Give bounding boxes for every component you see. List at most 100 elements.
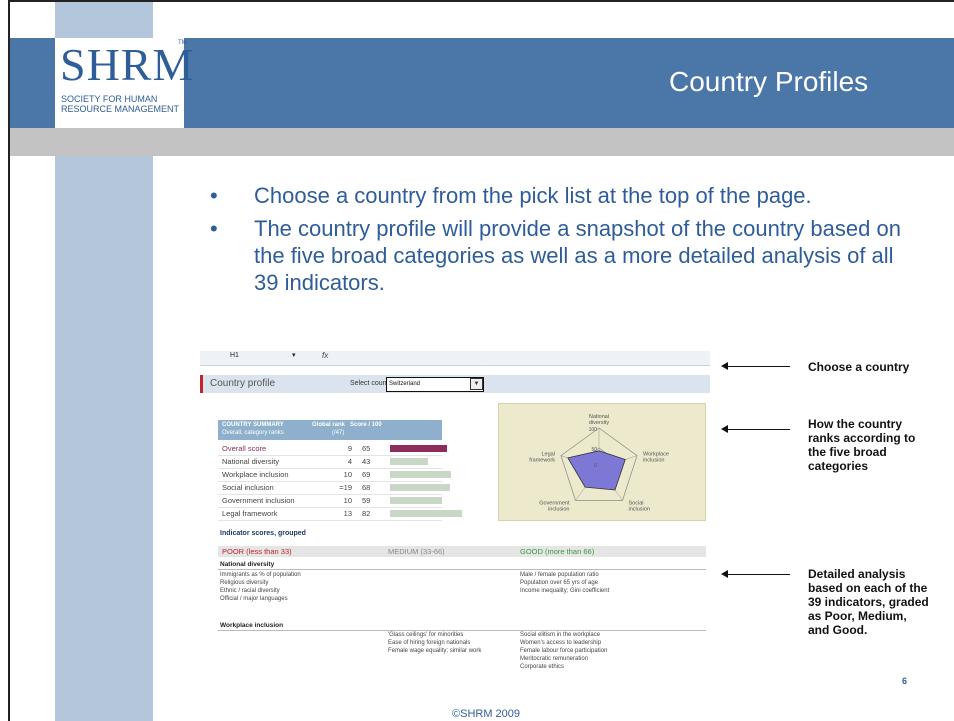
logo-wordmark: SHRM bbox=[60, 39, 195, 90]
row-label: Legal framework bbox=[222, 509, 278, 518]
summary-row: Government inclusion 10 59 bbox=[218, 494, 442, 508]
summary-row: Workplace inclusion 10 69 bbox=[218, 468, 451, 482]
score-bar bbox=[390, 484, 450, 491]
slide: SHRM TM SOCIETY FOR HUMAN RESOURCE MANAG… bbox=[0, 0, 954, 721]
radar-chart: 100 50 0 National diversity Workplace inclusio… bbox=[498, 403, 706, 521]
indicator-list-good: Male / female population ratio Populatio… bbox=[520, 571, 609, 595]
left-border-line bbox=[8, 0, 10, 721]
row-label: Workplace inclusion bbox=[222, 470, 289, 479]
radar-axis-label-line: inclusion bbox=[643, 458, 664, 464]
grade-medium-label: MEDIUM (33-66) bbox=[388, 547, 445, 556]
summary-row: National diversity 4 43 bbox=[218, 455, 442, 469]
indicator-item: Immigrants as % of population bbox=[220, 572, 301, 578]
radar-axis-label: Legal framework bbox=[529, 452, 555, 464]
radar-axis-label-line: framework bbox=[529, 458, 555, 464]
summary-title: COUNTRY SUMMARY bbox=[222, 422, 284, 428]
annotation-line: ranks according to bbox=[808, 431, 916, 445]
annotation-line: the five broad bbox=[808, 445, 887, 459]
score-bar bbox=[390, 471, 451, 478]
annotation-line: How the country bbox=[808, 417, 903, 431]
grade-good-label: GOOD (more than 66) bbox=[520, 547, 595, 556]
profile-title: Country profile bbox=[210, 378, 276, 389]
section-divider bbox=[218, 569, 706, 570]
radar-axis-label: Social inclusion bbox=[629, 500, 650, 512]
row-rank: 9 bbox=[347, 444, 352, 453]
row-label: National diversity bbox=[222, 457, 280, 466]
annotation-line: based on each of the bbox=[808, 581, 928, 595]
country-profile-screenshot: H1 ▾ fx Country profile Select country: … bbox=[200, 347, 710, 687]
top-border-line bbox=[8, 0, 954, 2]
indicator-item: Ethnic / racial diversity bbox=[220, 588, 280, 594]
dropdown-arrow-icon[interactable]: ▼ bbox=[470, 378, 483, 390]
indicator-item: Female labour force participation bbox=[520, 648, 608, 654]
formula-icon: fx bbox=[322, 351, 329, 360]
score-header: Score / 100 bbox=[350, 422, 382, 428]
formula-bar bbox=[200, 351, 710, 366]
score-bar bbox=[390, 497, 442, 504]
row-score: 43 bbox=[362, 457, 371, 466]
indicator-item: 'Glass ceilings' for minorities bbox=[388, 632, 464, 638]
indicator-item: Religious diversity bbox=[220, 580, 269, 586]
country-select-value[interactable]: Switzerland bbox=[389, 381, 420, 387]
score-bar bbox=[390, 510, 463, 517]
arrow-line bbox=[724, 574, 790, 575]
indicator-list-good: Social elitism in the workplace Women's … bbox=[520, 631, 607, 671]
logo-subtitle-line1: SOCIETY FOR HUMAN bbox=[61, 94, 158, 104]
indicator-item: Income inequality; Gini coefficient bbox=[520, 588, 610, 594]
radar-chart-svg: 100 50 0 National diversity Workplace inclusio… bbox=[529, 414, 669, 512]
radar-axis-label-line: diversity bbox=[589, 420, 609, 426]
logo-trademark: TM bbox=[178, 40, 187, 46]
annotation-detailed: Detailed analysis based on each of the 3… bbox=[808, 567, 954, 637]
logo-subtitle: SOCIETY FOR HUMAN RESOURCE MANAGEMENT bbox=[61, 94, 179, 114]
indicator-item: Ease of hiring foreign nationals bbox=[388, 640, 471, 646]
global-rank-header: Global rank bbox=[312, 422, 346, 428]
row-score: 59 bbox=[362, 496, 371, 505]
score-bar bbox=[390, 445, 448, 452]
indicator-item: Population over 65 yrs of age bbox=[520, 580, 599, 586]
radar-axis-label-line: inclusion bbox=[629, 506, 650, 512]
summary-row: Social inclusion =19 68 bbox=[218, 481, 450, 495]
radar-axis-label: National diversity bbox=[589, 414, 609, 426]
annotation-line: as Poor, Medium, bbox=[808, 609, 907, 623]
radar-axis-label: Workplace inclusion bbox=[643, 452, 669, 464]
row-score: 68 bbox=[362, 483, 371, 492]
indicator-item: Female wage equality; similar work bbox=[388, 648, 482, 654]
bullet-item: • Choose a country from the pick list at … bbox=[208, 182, 908, 209]
indicator-item: Women's access to leadership bbox=[520, 640, 602, 646]
arrow-line bbox=[724, 429, 790, 430]
row-rank: 10 bbox=[343, 470, 352, 479]
row-score: 65 bbox=[362, 444, 371, 453]
profile-header-accent bbox=[200, 375, 203, 393]
section-title-workplace-inclusion: Workplace inclusion bbox=[220, 622, 284, 629]
bullet-dot: • bbox=[210, 216, 218, 241]
bullet-list: • Choose a country from the pick list at … bbox=[208, 182, 908, 302]
summary-row: Overall score 9 65 bbox=[218, 442, 448, 456]
chevron-down-icon: ▾ bbox=[292, 352, 296, 359]
indicator-list-poor: Immigrants as % of population Religious … bbox=[220, 571, 301, 603]
radar-axis-label-line: inclusion bbox=[548, 506, 569, 512]
score-bar bbox=[390, 458, 428, 465]
indicator-list-medium: 'Glass ceilings' for minorities Ease of … bbox=[388, 631, 481, 655]
bullet-text: Choose a country from the pick list at t… bbox=[254, 183, 812, 208]
page-number: 6 bbox=[902, 676, 908, 686]
copyright-footer: ©SHRM 2009 bbox=[452, 708, 521, 720]
rank-of-header: (/47) bbox=[332, 430, 345, 436]
section-title-national-diversity: National diversity bbox=[220, 561, 275, 568]
radar-tick-label: 50 bbox=[591, 447, 597, 453]
indicator-item: Meritocratic remuneration bbox=[520, 656, 589, 662]
bullet-item: • The country profile will provide a snap… bbox=[208, 215, 908, 296]
row-score: 82 bbox=[362, 509, 371, 518]
subtitle-band bbox=[10, 128, 954, 156]
logo-subtitle-line2: RESOURCE MANAGEMENT bbox=[61, 104, 180, 114]
row-score: 69 bbox=[362, 470, 371, 479]
indicator-item: Corporate ethics bbox=[520, 664, 565, 670]
row-rank: 13 bbox=[343, 509, 352, 518]
summary-row: Legal framework 13 82 bbox=[218, 507, 463, 521]
row-label: Social inclusion bbox=[222, 483, 274, 492]
annotation-choose-country: Choose a country bbox=[808, 360, 910, 374]
slide-title: Country Profiles bbox=[669, 66, 869, 97]
summary-subtitle: Overall, category ranks bbox=[222, 430, 284, 436]
annotation-line: 39 indicators, graded bbox=[808, 595, 929, 609]
indicator-section-title: Indicator scores, grouped bbox=[220, 530, 306, 537]
annotation-line: and Good. bbox=[808, 623, 868, 637]
